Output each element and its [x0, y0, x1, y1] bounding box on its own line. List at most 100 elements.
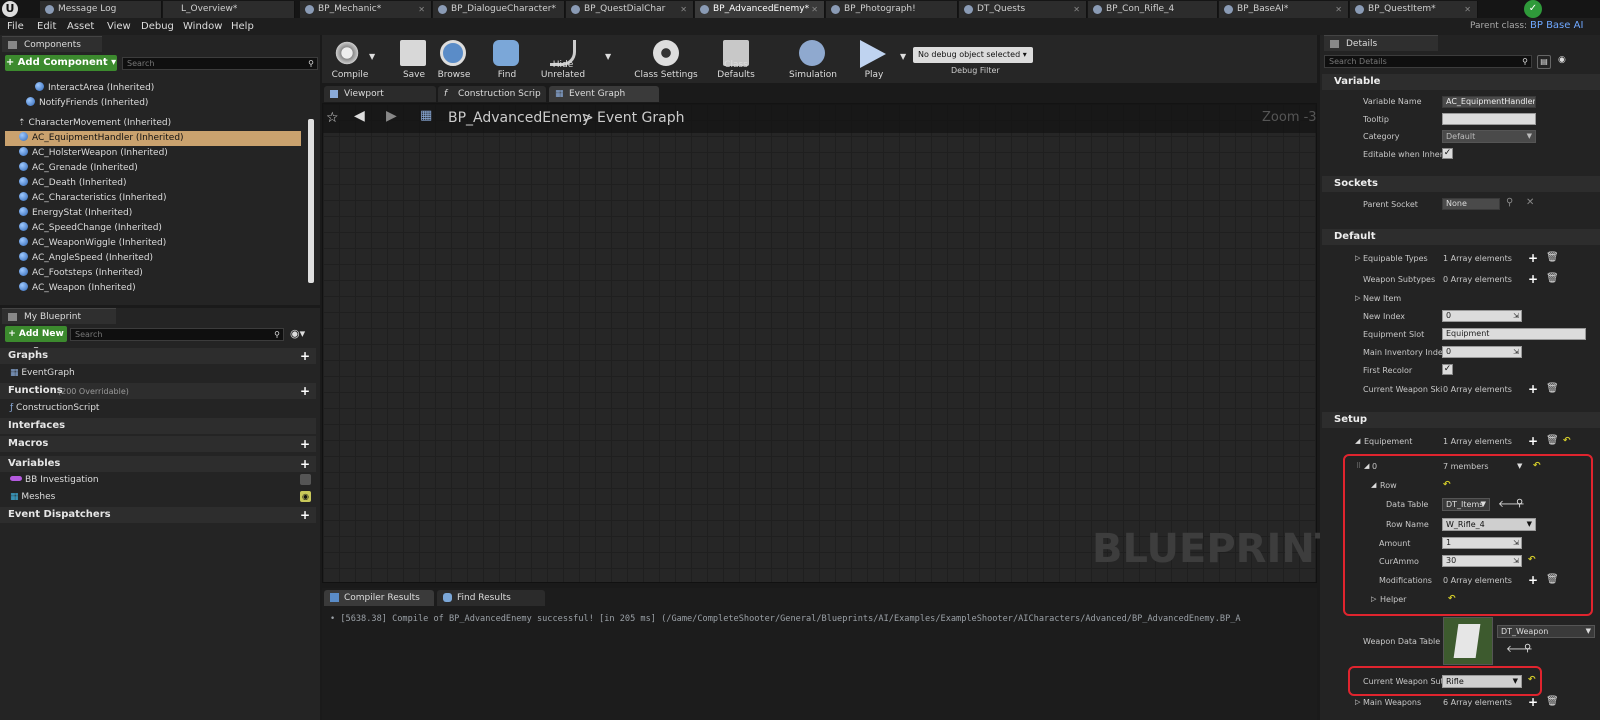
tab-dt-quests[interactable]: DT_Quests ✕: [959, 1, 1087, 18]
graphs-header[interactable]: Graphs: [8, 350, 48, 361]
variable-name-field[interactable]: AC_EquipmentHandler: [1442, 96, 1536, 108]
clear-icon[interactable]: ✕: [1526, 197, 1534, 208]
menu-window[interactable]: Window: [183, 18, 222, 35]
add-function-icon[interactable]: +: [300, 385, 310, 397]
default-section-header[interactable]: Default: [1334, 231, 1376, 242]
tab-bp-mechanic[interactable]: BP_Mechanic* ✕: [300, 1, 432, 18]
menu-asset[interactable]: Asset: [67, 18, 94, 35]
current-weapon-subtype-dropdown[interactable]: Rifle ▼: [1442, 675, 1522, 688]
breadcrumb-root[interactable]: BP_AdvancedEnemy: [448, 110, 590, 126]
component-row[interactable]: AC_Characteristics (Inherited): [19, 191, 167, 205]
browse-button[interactable]: Browse: [428, 38, 480, 80]
tab-bp-questitem[interactable]: BP_QuestItem* ✕: [1350, 1, 1478, 18]
component-row[interactable]: AC_AngleSpeed (Inherited): [19, 251, 153, 265]
browse-search-icon[interactable]: ⚲: [1516, 498, 1523, 509]
my-blueprint-search-input[interactable]: Search ⚲: [70, 328, 284, 341]
close-icon[interactable]: ✕: [1335, 1, 1342, 18]
reset-to-default-icon[interactable]: ↶: [1533, 461, 1541, 471]
add-graph-icon[interactable]: +: [300, 350, 310, 362]
add-component-button[interactable]: + Add Component ▾: [5, 55, 117, 71]
drag-handle-icon[interactable]: ⠿: [1356, 462, 1361, 470]
debug-object-selector[interactable]: No debug object selected ▾: [913, 47, 1033, 63]
variables-header[interactable]: Variables: [8, 458, 60, 469]
play-button[interactable]: Play: [848, 38, 900, 80]
reset-to-default-icon[interactable]: ↶: [1443, 480, 1451, 490]
parent-class-value[interactable]: BP Base AI: [1530, 20, 1583, 31]
components-tab[interactable]: Components: [2, 36, 102, 52]
add-element-icon[interactable]: +: [1528, 435, 1538, 447]
add-element-icon[interactable]: +: [1528, 383, 1538, 395]
spin-handle-icon[interactable]: ⇲: [1513, 556, 1519, 566]
component-row[interactable]: AC_Footsteps (Inherited): [19, 266, 143, 280]
menu-view[interactable]: View: [107, 18, 131, 35]
functions-header[interactable]: Functions: [8, 385, 63, 396]
reset-to-default-icon[interactable]: ↶: [1528, 675, 1536, 685]
menu-file[interactable]: File: [7, 18, 24, 35]
component-row[interactable]: AC_Weapon (Inherited): [19, 281, 136, 295]
component-row[interactable]: InteractArea (Inherited): [35, 81, 154, 95]
event-dispatchers-header[interactable]: Event Dispatchers: [8, 509, 111, 520]
close-icon[interactable]: ✕: [418, 1, 425, 18]
my-blueprint-tab[interactable]: My Blueprint: [2, 308, 116, 324]
setup-section-header[interactable]: Setup: [1334, 414, 1367, 425]
component-row[interactable]: AC_Grenade (Inherited): [19, 161, 138, 175]
menu-debug[interactable]: Debug: [141, 18, 174, 35]
trash-icon[interactable]: 🗑: [1546, 273, 1559, 284]
category-dropdown[interactable]: Default ▼: [1442, 130, 1536, 143]
add-element-icon[interactable]: +: [1528, 252, 1538, 264]
source-control-icon[interactable]: ✓: [1524, 0, 1542, 18]
graph-canvas[interactable]: [322, 103, 1317, 583]
component-row[interactable]: AC_SpeedChange (Inherited): [19, 221, 162, 235]
amount-field[interactable]: 1 ⇲: [1442, 537, 1522, 549]
play-options-chevron-icon[interactable]: ▼: [900, 52, 906, 61]
favorite-star-icon[interactable]: ☆: [326, 110, 339, 126]
unreal-logo-icon[interactable]: U: [2, 1, 18, 17]
weapon-data-table-dropdown[interactable]: DT_Weapon ▼: [1497, 625, 1595, 638]
back-arrow-icon[interactable]: ◀: [354, 108, 365, 124]
tab-bp-questdialchar[interactable]: BP_QuestDialChar ✕: [566, 1, 694, 18]
expand-arrow-icon[interactable]: ▷: [1371, 595, 1376, 603]
simulation-button[interactable]: Simulation: [787, 38, 839, 80]
trash-icon[interactable]: 🗑: [1546, 383, 1559, 394]
spin-handle-icon[interactable]: ⇲: [1513, 311, 1519, 321]
add-new-button[interactable]: + Add New ▾: [5, 326, 67, 355]
component-row[interactable]: ⇡ CharacterMovement (Inherited): [18, 116, 171, 130]
new-index-field[interactable]: 0 ⇲: [1442, 310, 1522, 322]
add-element-icon[interactable]: +: [1528, 696, 1538, 708]
tab-bp-photograph[interactable]: BP_Photograph!: [826, 1, 958, 18]
interfaces-header[interactable]: Interfaces: [8, 420, 65, 431]
class-defaults-button[interactable]: Class Defaults: [704, 38, 768, 80]
first-recolor-checkbox[interactable]: ✓: [1442, 364, 1453, 375]
component-row[interactable]: AC_HolsterWeapon (Inherited): [19, 146, 168, 160]
tab-bp-con-rifle-4[interactable]: BP_Con_Rifle_4: [1088, 1, 1218, 18]
main-inventory-index-field[interactable]: 0 ⇲: [1442, 346, 1522, 358]
data-table-dropdown[interactable]: DT_Items ▼: [1442, 498, 1490, 511]
construction-script-item[interactable]: ƒ ConstructionScript: [10, 401, 99, 415]
close-icon[interactable]: ✕: [1464, 1, 1471, 18]
trash-icon[interactable]: 🗑: [1546, 435, 1559, 446]
add-macro-icon[interactable]: +: [300, 438, 310, 450]
tab-bp-advancedenemy[interactable]: BP_AdvancedEnemy* ✕: [695, 1, 825, 18]
expand-arrow-icon[interactable]: ▷: [1355, 698, 1360, 706]
variable-bb-investigation[interactable]: BB Investigation: [10, 473, 99, 487]
collapse-arrow-icon[interactable]: ◢: [1371, 481, 1376, 489]
macros-header[interactable]: Macros: [8, 438, 48, 449]
tooltip-field[interactable]: [1442, 113, 1536, 125]
add-element-icon[interactable]: +: [1528, 574, 1538, 586]
weapon-data-table-thumbnail[interactable]: [1443, 617, 1493, 665]
component-row[interactable]: AC_WeaponWiggle (Inherited): [19, 236, 166, 250]
components-scrollbar[interactable]: [308, 119, 314, 283]
spin-handle-icon[interactable]: ⇲: [1513, 347, 1519, 357]
visibility-eye-icon[interactable]: ◉: [300, 491, 311, 502]
tab-compiler-results[interactable]: Compiler Results: [324, 590, 434, 606]
trash-icon[interactable]: 🗑: [1546, 574, 1559, 585]
details-search-input[interactable]: Search Details ⚲: [1324, 55, 1532, 68]
details-eye-icon[interactable]: ◉: [1558, 55, 1566, 65]
eye-icon[interactable]: ◉▾: [290, 327, 305, 340]
variable-section-header[interactable]: Variable: [1334, 76, 1380, 87]
editable-when-inherited-checkbox[interactable]: ✓: [1442, 148, 1453, 159]
compile-options-chevron-icon[interactable]: ▼: [369, 52, 375, 61]
collapse-arrow-icon[interactable]: ◢: [1355, 437, 1360, 445]
component-row[interactable]: EnergyStat (Inherited): [19, 206, 132, 220]
tab-message-log[interactable]: Message Log: [40, 1, 162, 18]
